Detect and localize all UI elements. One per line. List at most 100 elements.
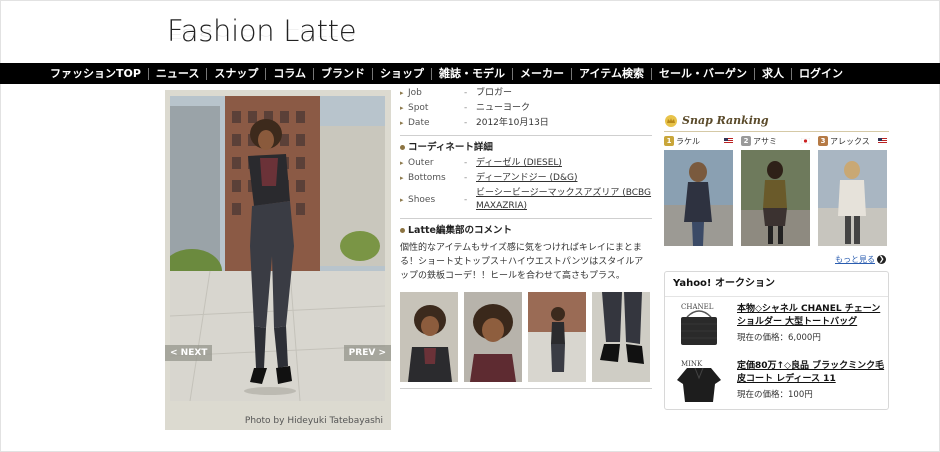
crown-icon (665, 115, 677, 127)
rank-number: 3 (818, 136, 828, 146)
auction-item-price: 現在の価格：100円 (737, 390, 813, 400)
nav-item[interactable]: 雑誌・モデル (432, 63, 512, 84)
nav-item[interactable]: ショップ (373, 63, 431, 84)
thumbnail-image (528, 292, 586, 382)
outer-brand-link[interactable]: ディーゼル (DIESEL) (476, 156, 562, 171)
rank-photo[interactable] (818, 150, 887, 246)
thumbnail-image (400, 292, 458, 382)
outer-label: Outer (408, 158, 434, 168)
auction-item[interactable]: MINK 定価80万↑◇良品 ブラックミンク毛皮コート レディース 11 現在の… (665, 358, 888, 411)
rank-cards: 1 ラケル 2 アサミ 3 アレックス (664, 135, 889, 246)
rank-photo-image (664, 150, 733, 246)
shoes-label: Shoes (408, 195, 436, 205)
site-logo[interactable]: Fashion Latte Fashion Latte (167, 14, 357, 48)
profile-date-row: ▸ Date - 2012年10月13日 (400, 116, 652, 131)
arrow-right-icon: ❯ (877, 255, 886, 264)
coordinate-shoes-row: ▸ Shoes - ビーシービージーマックスアズリア (BCBG MAXAZRI… (400, 186, 652, 214)
profile-spot-row: ▸ Spot - ニューヨーク (400, 101, 652, 116)
rank-name: ラケル (676, 137, 700, 146)
auction-item[interactable]: CHANEL 本物◇シャネル CHANEL チェーンショルダー 大型トートバッグ… (665, 301, 888, 354)
nav-item[interactable]: アイテム検索 (572, 63, 651, 84)
nav-item[interactable]: セール・バーゲン (652, 63, 754, 84)
profile-job-row: ▸ Job - ブロガー (400, 86, 652, 101)
snap-thumbnails (400, 292, 652, 382)
arrow-icon: ▸ (400, 119, 404, 127)
yahoo-auction-box: Yahoo! オークション CHANEL 本物◇シャネル CHANEL チェーン… (664, 271, 889, 410)
global-nav: ファッションTOP ニュース スナップ コラム ブランド ショップ 雑誌・モデル メーカー アイ… (0, 63, 940, 84)
auction-thumbnail[interactable]: MINK (673, 360, 725, 404)
nav-item[interactable]: ニュース (149, 63, 206, 84)
arrow-icon: ▸ (400, 174, 404, 182)
auction-brand-mark: MINK (681, 360, 703, 368)
prev-photo-button[interactable]: PREV > (343, 345, 391, 361)
auction-item-title[interactable]: 定価80万↑◇良品 ブラックミンク毛皮コート レディース 11 (737, 360, 885, 386)
spot-value: ニューヨーク (476, 103, 531, 113)
arrow-icon: ▸ (400, 159, 404, 167)
rank-head: 2 アサミ (741, 135, 810, 148)
snap-ranking: Snap Ranking 1 ラケル 2 アサミ 3 アレックス もっと見る ❯ (664, 111, 889, 264)
job-value: ブロガー (476, 88, 513, 98)
auction-item-price: 現在の価格：6,000円 (737, 333, 821, 343)
nav-item[interactable]: スナップ (207, 63, 265, 84)
auction-item-title[interactable]: 本物◇シャネル CHANEL チェーンショルダー 大型トートバッグ (737, 303, 885, 329)
row-dash: - (464, 195, 468, 205)
logo-text: Fashion Latte (167, 14, 357, 48)
nav-item[interactable]: ファッションTOP (43, 63, 148, 84)
divider (400, 388, 652, 389)
rank-card-1[interactable]: 1 ラケル (664, 135, 733, 246)
row-dash: - (464, 88, 468, 98)
snap-photo-panel: < NEXT PREV > Photo by Hideyuki Tatebaya… (165, 90, 391, 430)
rank-number: 1 (664, 136, 674, 146)
ranking-title-text: Snap Ranking (682, 114, 769, 127)
divider (400, 218, 652, 219)
us-flag-icon (724, 138, 733, 144)
job-label: Job (408, 88, 422, 98)
rank-head: 3 アレックス (818, 135, 887, 148)
rank-photo-image (741, 150, 810, 246)
arrow-icon: ▸ (400, 89, 404, 97)
snap-thumbnail[interactable] (400, 292, 458, 382)
rank-card-2[interactable]: 2 アサミ (741, 135, 810, 246)
bottoms-brand-link[interactable]: ディーアンドジー (D&G) (476, 171, 577, 186)
japan-flag-icon (801, 138, 810, 144)
bottoms-label: Bottoms (408, 173, 446, 183)
rank-name: アサミ (753, 137, 777, 146)
auction-thumbnail[interactable]: CHANEL (673, 303, 725, 347)
ranking-divider (664, 131, 889, 132)
editor-comment: 個性的なアイテムもサイズ感に気をつければキレイにまとまる！ショート丈トップス＋ハ… (400, 243, 644, 281)
coordinate-bottoms-row: ▸ Bottoms - ディーアンドジー (D&G) (400, 171, 652, 186)
snap-details: ▸ Job - ブロガー ▸ Spot - ニューヨーク ▸ Date - 20… (400, 86, 652, 393)
nav-item[interactable]: ログイン (792, 63, 850, 84)
row-dash: - (464, 118, 468, 128)
nav-item[interactable]: メーカー (513, 63, 571, 84)
photo-credit: Photo by Hideyuki Tatebayashi (244, 416, 383, 426)
thumbnail-image (464, 292, 522, 382)
auction-title: Yahoo! オークション (665, 272, 888, 297)
snap-thumbnail[interactable] (464, 292, 522, 382)
rank-name: アレックス (830, 137, 870, 146)
nav-item[interactable]: 求人 (755, 63, 791, 84)
row-dash: - (464, 103, 468, 113)
rank-photo[interactable] (741, 150, 810, 246)
divider (400, 135, 652, 136)
rank-photo[interactable] (664, 150, 733, 246)
thumbnail-image (592, 292, 650, 382)
nav-item[interactable]: ブランド (314, 63, 372, 84)
ranking-more-link[interactable]: もっと見る ❯ (835, 254, 886, 265)
date-label: Date (408, 118, 430, 128)
rank-head: 1 ラケル (664, 135, 733, 148)
snap-thumbnail[interactable] (528, 292, 586, 382)
coordinate-outer-row: ▸ Outer - ディーゼル (DIESEL) (400, 156, 652, 171)
comment-heading: Latte編集部のコメント (400, 223, 652, 239)
next-photo-button[interactable]: < NEXT (165, 345, 213, 361)
date-value: 2012年10月13日 (476, 118, 549, 128)
more-label: もっと見る (835, 255, 875, 264)
arrow-icon: ▸ (400, 104, 404, 112)
rank-card-3[interactable]: 3 アレックス (818, 135, 887, 246)
us-flag-icon (878, 138, 887, 144)
snap-thumbnail[interactable] (592, 292, 650, 382)
ranking-title: Snap Ranking (664, 111, 889, 131)
rank-photo-image (818, 150, 887, 246)
nav-item[interactable]: コラム (266, 63, 313, 84)
shoes-brand-link[interactable]: ビーシービージーマックスアズリア (BCBG MAXAZRIA) (476, 187, 652, 213)
